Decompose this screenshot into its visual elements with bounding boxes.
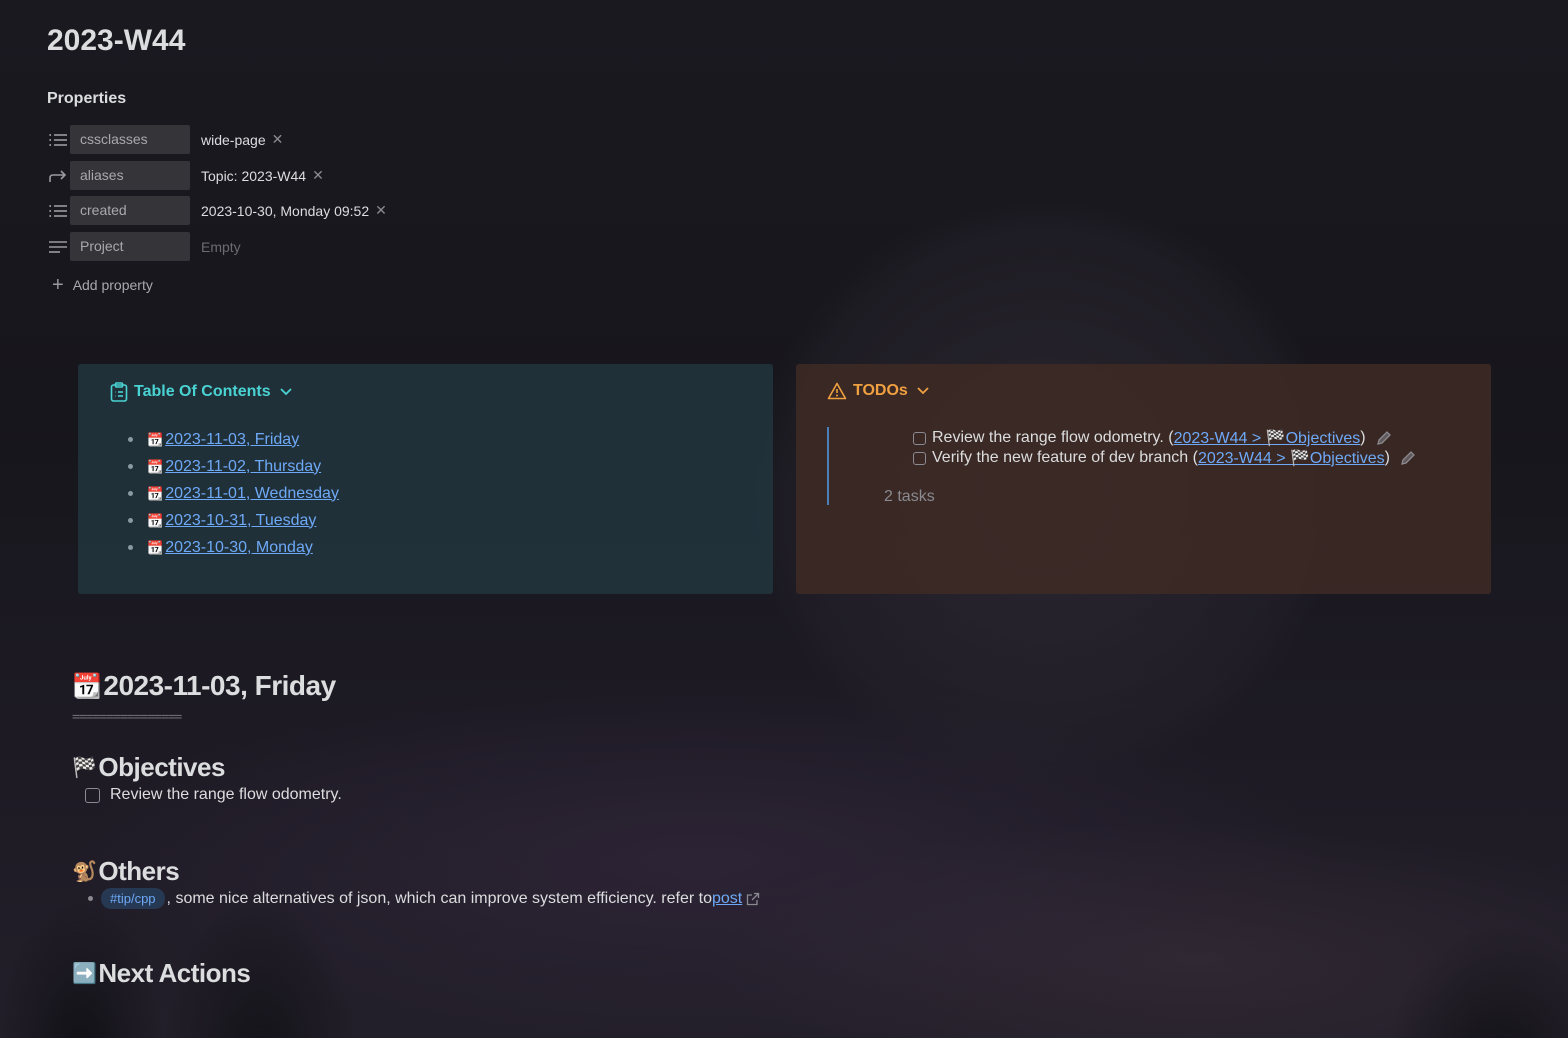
- others-list-item: #tip/cpp , some nice alternatives of jso…: [88, 888, 760, 909]
- objectives-heading: 🏁 Objectives: [72, 752, 225, 783]
- property-value-text: Empty: [201, 238, 241, 255]
- todo-item: Review the range flow odometry. (2023-W4…: [913, 428, 1392, 448]
- day-heading: 📆 2023-11-03, Friday: [72, 670, 336, 702]
- text-lines-icon[interactable]: [47, 236, 69, 258]
- page-title: 2023-W44: [47, 24, 186, 57]
- objective-task-text: Review the range flow odometry.: [110, 786, 342, 803]
- toc-list: 📆 2023-11-03, Friday 📆 2023-11-02, Thursda…: [128, 426, 339, 561]
- task-checkbox[interactable]: [913, 451, 926, 465]
- toc-callout: Table Of Contents 📆 2023-11-03, Friday 📆 2…: [78, 364, 773, 594]
- plus-icon: +: [52, 274, 64, 296]
- add-property-button[interactable]: + Add property: [52, 274, 153, 296]
- tasks-count: 2 tasks: [884, 488, 935, 505]
- calendar-icon: 📆: [147, 458, 164, 474]
- objective-task: Review the range flow odometry.: [85, 786, 342, 804]
- property-row-aliases: aliases Topic: 2023-W44 ✕: [47, 161, 324, 190]
- list-icon[interactable]: [47, 200, 69, 222]
- close-icon[interactable]: ✕: [272, 131, 284, 148]
- toc-item: 📆 2023-11-01, Wednesday: [128, 480, 339, 507]
- others-text: , some nice alternatives of json, which …: [166, 889, 712, 907]
- tag-pill[interactable]: #tip/cpp: [101, 888, 165, 909]
- others-heading-text: Others: [98, 856, 180, 886]
- bullet: [128, 491, 133, 496]
- chevron-down-icon[interactable]: [279, 387, 293, 397]
- property-key[interactable]: aliases: [70, 161, 190, 190]
- note-content: 2023-W44 Properties cssclasses wide-page…: [0, 0, 1568, 1038]
- pencil-icon[interactable]: [1400, 450, 1416, 466]
- arrow-forward-icon[interactable]: [47, 165, 69, 187]
- bullet: [128, 518, 133, 523]
- property-value[interactable]: Empty: [201, 239, 241, 255]
- todos-callout-header[interactable]: TODOs: [827, 382, 930, 400]
- property-value-text: 2023-10-30, Monday 09:52: [201, 202, 370, 219]
- toc-item: 📆 2023-10-31, Tuesday: [128, 507, 339, 534]
- todo-text: Review the range flow odometry.: [932, 429, 1164, 446]
- calendar-icon: 📆: [147, 431, 164, 447]
- property-value[interactable]: Topic: 2023-W44 ✕: [201, 167, 324, 184]
- todo-source-link[interactable]: 2023-W44 > 🏁Objectives: [1198, 448, 1385, 468]
- toc-link[interactable]: 2023-11-01, Wednesday: [165, 485, 339, 503]
- checkered-flag-icon: 🏁: [72, 757, 97, 779]
- monkey-icon: 🐒: [72, 861, 97, 883]
- property-key[interactable]: Project: [70, 232, 190, 261]
- next-actions-heading: ➡️ Next Actions: [72, 958, 251, 989]
- clipboard-list-icon: [110, 382, 128, 402]
- property-row-cssclasses: cssclasses wide-page ✕: [47, 125, 283, 154]
- external-link[interactable]: post: [712, 890, 742, 908]
- close-icon[interactable]: ✕: [312, 167, 324, 184]
- bullet: [128, 464, 133, 469]
- query-result-bar: [827, 427, 829, 505]
- paren-close: ): [1360, 429, 1366, 446]
- calendar-icon: 📆: [147, 512, 164, 528]
- toc-title: Table Of Contents: [134, 383, 271, 400]
- close-icon[interactable]: ✕: [375, 202, 387, 219]
- toc-link[interactable]: 2023-11-03, Friday: [165, 431, 299, 449]
- bullet: [128, 545, 133, 550]
- todos-title: TODOs: [853, 382, 908, 399]
- paren-close: ): [1384, 449, 1390, 466]
- toc-item: 📆 2023-11-03, Friday: [128, 426, 339, 453]
- warning-icon: [827, 382, 847, 400]
- bullet: [128, 437, 133, 442]
- property-value-text: Topic: 2023-W44: [201, 167, 307, 184]
- calendar-icon: 📆: [147, 485, 164, 501]
- todo-source-link[interactable]: 2023-W44 > 🏁Objectives: [1174, 428, 1361, 448]
- property-key[interactable]: cssclasses: [70, 125, 190, 154]
- todos-callout: TODOs Review the range flow odometry. (2…: [796, 364, 1491, 594]
- property-row-project: Project Empty: [47, 232, 241, 261]
- task-checkbox[interactable]: [85, 787, 100, 803]
- calendar-icon: 📆: [72, 672, 102, 700]
- properties-heading[interactable]: Properties: [47, 90, 126, 108]
- list-icon[interactable]: [47, 129, 69, 151]
- day-heading-text: 2023-11-03, Friday: [103, 670, 336, 701]
- chevron-down-icon[interactable]: [916, 386, 930, 396]
- pencil-icon[interactable]: [1376, 430, 1392, 446]
- task-checkbox[interactable]: [913, 431, 926, 445]
- todo-text: Verify the new feature of dev branch: [932, 449, 1189, 466]
- add-property-label: Add property: [72, 277, 153, 293]
- property-key[interactable]: created: [70, 196, 190, 225]
- toc-link[interactable]: 2023-10-30, Monday: [165, 539, 313, 557]
- others-heading: 🐒 Others: [72, 856, 180, 887]
- arrow-right-icon: ➡️: [72, 963, 97, 985]
- calendar-icon: 📆: [147, 539, 164, 555]
- bullet: [88, 896, 93, 901]
- toc-item: 📆 2023-11-02, Thursday: [128, 453, 339, 480]
- toc-link[interactable]: 2023-10-31, Tuesday: [165, 512, 316, 530]
- property-value[interactable]: 2023-10-30, Monday 09:52 ✕: [201, 202, 387, 219]
- external-link-icon: [746, 892, 760, 906]
- todo-item: Verify the new feature of dev branch (20…: [913, 448, 1416, 468]
- toc-link[interactable]: 2023-11-02, Thursday: [165, 458, 321, 476]
- objectives-heading-text: Objectives: [98, 752, 225, 782]
- toc-item: 📆 2023-10-30, Monday: [128, 534, 339, 561]
- paren-open: (: [1163, 429, 1174, 446]
- toc-callout-header[interactable]: Table Of Contents: [110, 382, 293, 402]
- property-value[interactable]: wide-page ✕: [201, 131, 283, 148]
- heading-rule: ================: [72, 710, 182, 725]
- property-row-created: created 2023-10-30, Monday 09:52 ✕: [47, 196, 387, 225]
- next-actions-heading-text: Next Actions: [98, 958, 251, 988]
- property-value-text: wide-page: [201, 131, 266, 148]
- paren-open: (: [1188, 449, 1198, 466]
